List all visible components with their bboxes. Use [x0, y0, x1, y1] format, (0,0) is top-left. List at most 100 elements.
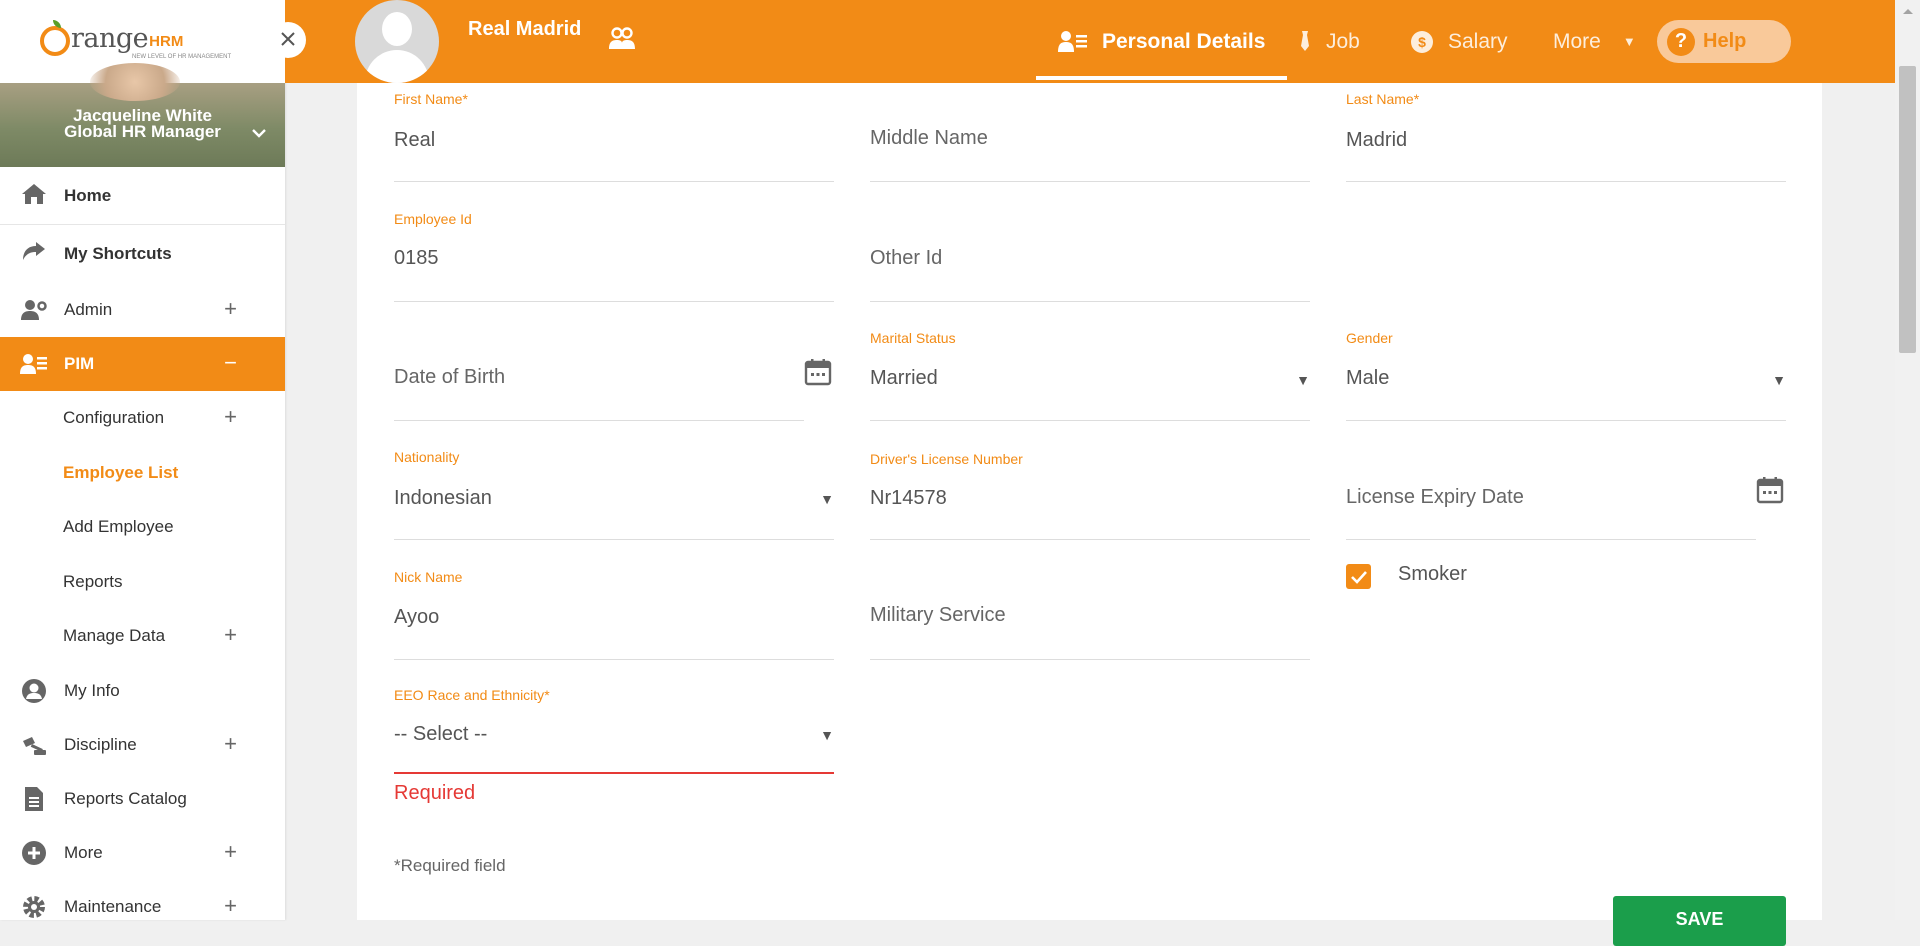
- eeo-race-select[interactable]: -- Select --: [394, 723, 487, 746]
- discipline-icon: [20, 733, 48, 757]
- sidebar-item-maintenance[interactable]: Maintenance +: [0, 880, 285, 921]
- tab-job[interactable]: Job: [1298, 0, 1360, 83]
- sidebar-subitem-reports[interactable]: Reports: [0, 555, 285, 610]
- sidebar-subitem-configuration[interactable]: Configuration +: [0, 391, 285, 446]
- sidebar-item-admin[interactable]: Admin +: [0, 283, 285, 337]
- nick-name-input[interactable]: Ayoo: [394, 606, 439, 629]
- orangehrm-logo[interactable]: range HRM: [40, 20, 183, 56]
- user-photo: [90, 63, 180, 101]
- military-service-input[interactable]: Military Service: [870, 604, 1006, 627]
- field-label: Nick Name: [394, 569, 463, 585]
- switch-employee-icon[interactable]: [607, 26, 637, 57]
- gear-icon: [20, 895, 48, 919]
- nationality-field[interactable]: Nationality Indonesian ▼: [394, 449, 834, 540]
- sidebar-item-label: Discipline: [64, 734, 137, 754]
- nick-name-field[interactable]: Nick Name Ayoo: [394, 569, 834, 660]
- sidebar: range HRM NEW LEVEL OF HR MANAGEMENT Jac…: [0, 0, 285, 920]
- marital-status-field[interactable]: Marital Status Married ▼: [870, 330, 1310, 421]
- sidebar-item-discipline[interactable]: Discipline +: [0, 718, 285, 772]
- input-underline: [870, 659, 1310, 660]
- employee-id-field[interactable]: Employee Id 0185: [394, 211, 834, 302]
- nationality-select[interactable]: Indonesian: [394, 487, 492, 510]
- first-name-field[interactable]: First Name* Real: [394, 91, 834, 182]
- sidebar-subitem-employee-list[interactable]: Employee List: [0, 446, 285, 501]
- page-scrollbar[interactable]: [1895, 0, 1920, 920]
- document-icon: [20, 786, 48, 811]
- calendar-icon[interactable]: [804, 358, 832, 391]
- close-sidebar-button[interactable]: [270, 22, 306, 58]
- drivers-license-input[interactable]: Nr14578: [870, 487, 947, 510]
- last-name-field[interactable]: Last Name* Madrid: [1346, 91, 1786, 182]
- employee-avatar[interactable]: [355, 0, 439, 83]
- sidebar-subitem-label: Employee List: [63, 462, 179, 482]
- sidebar-nav: Home My Shortcuts Admin + PIM − Configur…: [0, 167, 285, 920]
- other-id-input[interactable]: Other Id: [870, 247, 942, 270]
- save-button[interactable]: SAVE: [1613, 896, 1786, 946]
- date-of-birth-input[interactable]: Date of Birth: [394, 366, 505, 389]
- eeo-race-field[interactable]: EEO Race and Ethnicity* -- Select -- ▼: [394, 687, 834, 779]
- date-of-birth-field[interactable]: Date of Birth: [394, 330, 834, 421]
- sidebar-item-more[interactable]: More +: [0, 826, 285, 880]
- user-profile-card[interactable]: Jacqueline White Global HR Manager: [0, 63, 285, 167]
- expand-plus-icon[interactable]: +: [224, 404, 237, 430]
- tab-personal-details[interactable]: Personal Details: [1035, 0, 1288, 83]
- collapse-minus-icon[interactable]: −: [224, 350, 237, 376]
- input-underline: [1346, 181, 1786, 182]
- help-label: Help: [1703, 30, 1747, 52]
- sidebar-subitem-add-employee[interactable]: Add Employee: [0, 500, 285, 555]
- sidebar-item-reports-catalog[interactable]: Reports Catalog: [0, 772, 285, 826]
- logo-text: range: [71, 23, 149, 54]
- sidebar-item-label: More: [64, 842, 103, 862]
- pim-icon: [20, 352, 48, 376]
- last-name-input[interactable]: Madrid: [1346, 129, 1407, 152]
- sidebar-item-my-shortcuts[interactable]: My Shortcuts: [0, 225, 285, 283]
- sidebar-item-pim[interactable]: PIM −: [0, 337, 285, 391]
- marital-status-select[interactable]: Married: [870, 367, 938, 390]
- scroll-up-arrow-icon[interactable]: [1903, 4, 1913, 14]
- tab-salary[interactable]: $ Salary: [1410, 0, 1508, 83]
- calendar-icon[interactable]: [1756, 476, 1784, 509]
- expand-plus-icon[interactable]: +: [224, 622, 237, 648]
- admin-icon: [20, 298, 48, 322]
- field-label: EEO Race and Ethnicity*: [394, 687, 550, 703]
- sidebar-item-my-info[interactable]: My Info: [0, 664, 285, 718]
- expand-plus-icon[interactable]: +: [224, 893, 237, 919]
- smoker-label: Smoker: [1398, 563, 1467, 585]
- help-button[interactable]: ? Help: [1657, 20, 1791, 63]
- caret-down-icon[interactable]: ▼: [820, 727, 834, 743]
- middle-name-input[interactable]: Middle Name: [870, 127, 988, 150]
- field-label: Nationality: [394, 449, 460, 465]
- middle-name-field[interactable]: Middle Name: [870, 91, 1310, 182]
- sidebar-subitem-manage-data[interactable]: Manage Data +: [0, 609, 285, 664]
- caret-down-icon: ▼: [1622, 34, 1636, 49]
- scrollbar-thumb[interactable]: [1899, 66, 1916, 353]
- avatar-head: [382, 12, 412, 46]
- drivers-license-field[interactable]: Driver's License Number Nr14578: [870, 451, 1310, 540]
- other-id-field[interactable]: Other Id: [870, 211, 1310, 302]
- input-underline: [870, 420, 1310, 421]
- sidebar-item-label: Maintenance: [64, 896, 162, 916]
- license-expiry-field[interactable]: License Expiry Date: [1346, 449, 1786, 540]
- expand-plus-icon[interactable]: +: [224, 839, 237, 865]
- expand-plus-icon[interactable]: +: [224, 296, 237, 322]
- caret-down-icon[interactable]: ▼: [1296, 372, 1310, 388]
- dollar-circle-icon: $: [1410, 30, 1434, 54]
- license-expiry-input[interactable]: License Expiry Date: [1346, 486, 1524, 509]
- employee-id-input[interactable]: 0185: [394, 247, 439, 270]
- eeo-race-error: Required: [394, 782, 476, 804]
- expand-plus-icon[interactable]: +: [224, 731, 237, 757]
- plus-circle-icon: [20, 840, 48, 865]
- military-service-field[interactable]: Military Service: [870, 569, 1310, 660]
- chevron-down-icon[interactable]: [252, 125, 266, 143]
- caret-down-icon[interactable]: ▼: [820, 491, 834, 507]
- required-field-note: *Required field: [394, 856, 506, 875]
- tab-more[interactable]: More ▼: [1553, 0, 1636, 83]
- user-circle-icon: [20, 678, 48, 703]
- field-label: Gender: [1346, 330, 1393, 346]
- caret-down-icon[interactable]: ▼: [1772, 372, 1786, 388]
- gender-field[interactable]: Gender Male ▼: [1346, 330, 1786, 421]
- smoker-checkbox[interactable]: [1346, 564, 1371, 589]
- first-name-input[interactable]: Real: [394, 129, 435, 152]
- gender-select[interactable]: Male: [1346, 367, 1389, 390]
- sidebar-item-home[interactable]: Home: [0, 167, 285, 225]
